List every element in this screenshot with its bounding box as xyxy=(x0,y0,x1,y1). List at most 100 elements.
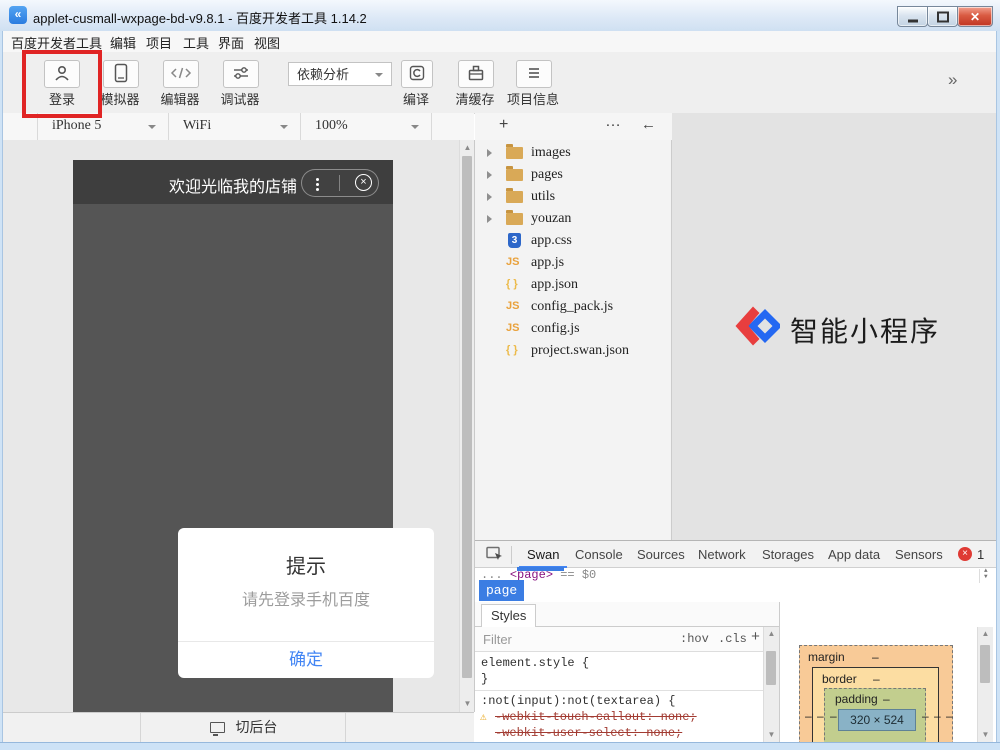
selected-node-chip[interactable]: page xyxy=(479,580,524,601)
dialog-confirm-button[interactable]: 确定 xyxy=(178,641,434,679)
tree-item-project-swan-json[interactable]: { } project.swan.json xyxy=(475,340,671,362)
box-model-border[interactable]: border – padding – 320 × 524 xyxy=(812,667,939,742)
menu-item-ui[interactable]: 界面 xyxy=(218,33,244,52)
scroll-stepper-icon[interactable]: ▲▼ xyxy=(984,568,988,580)
close-miniapp-button[interactable]: × xyxy=(355,174,372,191)
scroll-up-icon[interactable]: ▲ xyxy=(764,629,779,638)
menu-item-view[interactable]: 视图 xyxy=(254,33,280,52)
menu-item-devtools[interactable]: 百度开发者工具 xyxy=(11,33,102,52)
expand-arrow-icon[interactable] xyxy=(487,215,492,223)
tree-item-utils[interactable]: utils xyxy=(475,186,671,208)
project-info-button[interactable] xyxy=(516,60,552,88)
capsule-divider xyxy=(339,175,340,191)
box-model-scrollbar[interactable]: ▲ ▼ xyxy=(977,627,993,742)
rule-element-style[interactable]: element.style { xyxy=(481,656,589,670)
simulator-scrollbar[interactable]: ▲ ▼ xyxy=(459,140,475,712)
expand-arrow-icon[interactable] xyxy=(487,171,492,179)
padding-right-value[interactable]: – xyxy=(922,709,929,723)
padding-left-value[interactable]: – xyxy=(830,709,837,723)
filter-input[interactable]: Filter xyxy=(483,632,512,647)
scroll-down-icon[interactable]: ▼ xyxy=(764,730,779,739)
tab-styles[interactable]: Styles xyxy=(481,604,536,628)
tab-console[interactable]: Console xyxy=(575,547,623,562)
minimize-button[interactable] xyxy=(897,6,928,27)
tab-sensors[interactable]: Sensors xyxy=(895,547,943,562)
hover-state-button[interactable]: :hov xyxy=(680,632,709,646)
maximize-button[interactable] xyxy=(927,6,958,27)
class-toggle-button[interactable]: .cls xyxy=(718,632,747,646)
dependency-analysis-select[interactable]: 依赖分析 xyxy=(288,62,392,86)
menu-item-edit[interactable]: 编辑 xyxy=(110,33,136,52)
tree-item-app-json[interactable]: { } app.json xyxy=(475,274,671,296)
error-badge-icon[interactable]: × xyxy=(958,547,972,561)
styles-pane: element.style { } :not(input):not(textar… xyxy=(475,652,763,742)
app-logo-icon: « xyxy=(9,6,27,24)
json-file-icon: { } xyxy=(506,344,518,356)
menu-item-project[interactable]: 项目 xyxy=(146,33,172,52)
margin-top-value[interactable]: – xyxy=(872,650,879,664)
chevron-down-icon xyxy=(411,125,419,129)
network-select[interactable]: WiFi xyxy=(168,113,300,140)
styles-scrollbar[interactable]: ▲ ▼ xyxy=(763,627,779,742)
scroll-down-icon[interactable]: ▼ xyxy=(460,699,475,708)
box-model-margin[interactable]: margin – border – padding – 320 × 524 xyxy=(799,645,953,742)
border-left-value[interactable]: – xyxy=(817,709,824,723)
inspect-element-icon[interactable] xyxy=(486,546,504,562)
tab-sources[interactable]: Sources xyxy=(637,547,685,562)
border-right-value[interactable]: – xyxy=(934,709,941,723)
css-prop-touch-callout[interactable]: -webkit-touch-callout: none; xyxy=(495,710,697,724)
box-model-content[interactable]: 320 × 524 xyxy=(838,709,916,731)
tree-item-images[interactable]: images xyxy=(475,142,671,164)
tab-network[interactable]: Network xyxy=(698,547,746,562)
tree-item-config-pack-js[interactable]: JS config_pack.js xyxy=(475,296,671,318)
scrollbar-thumb[interactable] xyxy=(766,651,776,685)
close-button[interactable]: ✕ xyxy=(957,6,993,27)
tab-app-data[interactable]: App data xyxy=(828,547,880,562)
device-select[interactable]: iPhone 5 xyxy=(37,113,168,140)
margin-left-value[interactable]: – xyxy=(805,709,812,723)
sidebar-tab-row: Styles xyxy=(475,602,780,627)
padding-top-value[interactable]: – xyxy=(883,692,890,706)
zoom-select[interactable]: 100% xyxy=(300,113,432,140)
more-menu-button[interactable] xyxy=(316,176,319,193)
tree-item-app-js[interactable]: JS app.js xyxy=(475,252,671,274)
tree-item-config-js[interactable]: JS config.js xyxy=(475,318,671,340)
border-top-value[interactable]: – xyxy=(873,672,880,686)
login-button[interactable] xyxy=(44,60,80,88)
file-panel-more-button[interactable]: … xyxy=(605,113,621,131)
phone-icon xyxy=(104,61,138,85)
scrollbar-thumb[interactable] xyxy=(462,156,472,678)
tree-item-pages[interactable]: pages xyxy=(475,164,671,186)
zoom-select-value: 100% xyxy=(315,118,348,133)
title-bar: « applet-cusmall-wxpage-bd-v9.8.1 - 百度开发… xyxy=(0,0,1000,32)
collapse-panel-button[interactable]: ← xyxy=(641,116,656,133)
add-file-button[interactable]: + xyxy=(499,116,508,134)
margin-label: margin xyxy=(808,650,845,664)
simulator-button[interactable] xyxy=(103,60,139,88)
margin-right-value[interactable]: – xyxy=(946,709,953,723)
scroll-up-icon[interactable]: ▲ xyxy=(460,143,475,152)
tab-storages[interactable]: Storages xyxy=(762,547,814,562)
dialog-title: 提示 xyxy=(178,550,434,579)
mini-divider xyxy=(979,569,980,583)
scroll-down-icon[interactable]: ▼ xyxy=(978,730,993,739)
new-rule-button[interactable]: + xyxy=(751,629,760,646)
styles-filter-bar: Filter :hov .cls + xyxy=(475,627,763,652)
rule-not-selector[interactable]: :not(input):not(textarea) { xyxy=(481,694,675,708)
toolbar-overflow-button[interactable]: » xyxy=(948,70,957,90)
debugger-button[interactable] xyxy=(223,60,259,88)
clear-cache-button[interactable] xyxy=(458,60,494,88)
box-model-padding[interactable]: padding – 320 × 524 xyxy=(824,688,926,742)
tab-swan[interactable]: Swan xyxy=(527,547,560,562)
compile-button[interactable] xyxy=(401,60,433,88)
menu-item-tools[interactable]: 工具 xyxy=(183,33,209,52)
switch-background-button[interactable]: 切后台 xyxy=(141,713,346,742)
tree-item-youzan[interactable]: youzan xyxy=(475,208,671,230)
tree-item-app-css[interactable]: 3 app.css xyxy=(475,230,671,252)
expand-arrow-icon[interactable] xyxy=(487,193,492,201)
scrollbar-thumb[interactable] xyxy=(980,645,990,683)
expand-arrow-icon[interactable] xyxy=(487,149,492,157)
editor-button[interactable] xyxy=(163,60,199,88)
css-prop-user-select[interactable]: -webkit-user-select: none; xyxy=(495,726,682,740)
scroll-up-icon[interactable]: ▲ xyxy=(978,629,993,638)
